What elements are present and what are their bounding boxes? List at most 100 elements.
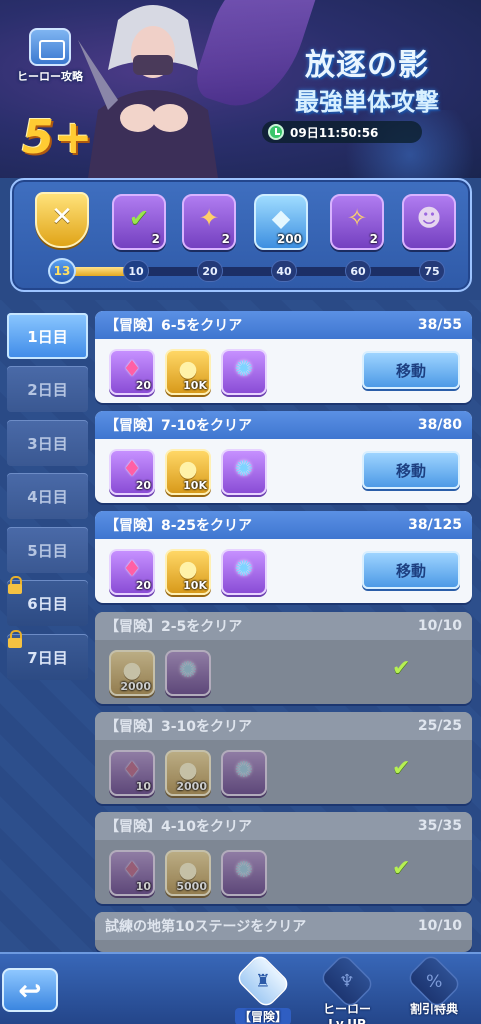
timer-text: 09日11:50:56 [290,125,379,140]
bottom-nav: ♜ 【冒険】 ♆ ヒーローLv.UP % 割引特典 [0,952,481,1024]
milestone-marker: 20 [197,260,223,282]
reward-item: ♦ 10 [109,750,155,796]
milestone-reward-10[interactable]: ✔ 2 [112,194,166,250]
reward-item: ✺ [221,850,267,896]
check-icon: ✔ [392,756,411,781]
reward-count: 2 [369,232,378,246]
reward-item[interactable]: ● 10K [165,349,211,395]
item-qty: 20 [135,579,151,592]
rarity-badge: 5+ [22,110,93,164]
event-title: 放逐の影 [305,48,429,83]
orb-icon: ✺ [234,457,254,482]
reward-item[interactable]: ✺ [221,349,267,395]
event-subtitle: 最強単体攻撃 [295,88,439,116]
reward-item[interactable]: ● 10K [165,549,211,595]
hero-guide-label: ヒーロー攻略 [17,70,83,83]
reward-item[interactable]: ● 10K [165,449,211,495]
milestone-marker: 60 [345,260,371,282]
task-progress: 38/125 [408,517,462,533]
tab-day-5[interactable]: 5日目 [7,527,88,573]
check-icon: ✔ [392,656,411,681]
reward-count: 200 [276,232,302,246]
lock-icon [7,630,23,648]
task-header: 【冒険】6-5をクリア 38/55 [95,311,472,339]
task-header: 【冒険】8-25をクリア 38/125 [95,511,472,539]
task-header: 【冒険】4-10をクリア 35/35 [95,812,472,840]
tab-day-6[interactable]: 6日目 [7,576,88,626]
task-header: 【冒険】3-10をクリア 25/25 [95,712,472,740]
milestone-reward-40[interactable]: ◆ 200 [254,194,308,250]
task-header: 試練の地第10ステージをクリア 10/10 [95,912,472,940]
task-card-completed: 【冒険】2-5をクリア 10/10 ● 2000 ✺ ✔ [95,612,472,704]
item-qty: 2000 [120,680,151,693]
reward-item[interactable]: ♦ 20 [109,449,155,495]
milestone-reward-20[interactable]: ✦ 2 [182,194,236,250]
task-title: 【冒険】2-5をクリア [105,619,243,635]
task-title: 【冒険】6-5をクリア [105,318,243,334]
nav-tab-adventure[interactable]: ♜ 【冒険】 [224,952,302,1024]
hero-guide-button[interactable]: ヒーロー攻略 [8,28,92,90]
book-icon [29,28,71,66]
reward-item: ♦ 10 [109,850,155,896]
task-card-completed: 【冒険】3-10をクリア 25/25 ♦ 10 ● 2000 ✺ ✔ [95,712,472,804]
reward-item: ● 5000 [165,850,211,896]
lock-icon [7,576,23,594]
reward-item[interactable]: ♦ 20 [109,549,155,595]
tab-day-4[interactable]: 4日目 [7,473,88,519]
check-icon: ✔ [392,856,411,881]
task-progress: 25/25 [417,718,462,734]
hero-artwork [78,5,218,178]
item-qty: 10 [135,780,151,793]
nav-tab-hero-levelup[interactable]: ♆ ヒーローLv.UP [308,952,386,1024]
orb-icon: ✺ [234,758,254,783]
tab-day-1[interactable]: 1日目 [7,313,88,359]
orb-icon: ✺ [178,658,198,683]
reward-item: ● 2000 [109,650,155,696]
item-qty: 20 [135,479,151,492]
milestone-marker: 75 [419,260,445,282]
milestone-progress-track [60,267,442,276]
reward-count: 2 [151,232,160,246]
task-header: 【冒険】7-10をクリア 38/80 [95,411,472,439]
milestone-reward-60[interactable]: ✧ 2 [330,194,384,250]
current-score: 13 [48,258,76,284]
orb-icon: ✺ [234,357,254,382]
milestone-reward-75[interactable]: ☻ [402,194,456,250]
milestone-marker: 40 [271,260,297,282]
orb-icon: ✺ [234,858,254,883]
task-title: 【冒険】4-10をクリア [105,819,253,835]
task-progress: 35/35 [417,818,462,834]
reward-item[interactable]: ✺ [221,549,267,595]
task-card: 【冒険】8-25をクリア 38/125 ♦ 20 ● 10K ✺ 移動 [95,511,472,603]
task-title: 【冒険】8-25をクリア [105,518,253,534]
nav-tab-discount[interactable]: % 割引特典 [395,952,473,1024]
item-qty: 2000 [176,780,207,793]
go-button[interactable]: 移動 [362,551,460,589]
tab-day-7[interactable]: 7日目 [7,630,88,680]
task-card-completed: 試練の地第10ステージをクリア 10/10 [95,912,472,952]
go-button[interactable]: 移動 [362,451,460,489]
tab-day-2[interactable]: 2日目 [7,366,88,412]
reward-item: ✺ [221,750,267,796]
item-qty: 10 [135,880,151,893]
task-header: 【冒険】2-5をクリア 10/10 [95,612,472,640]
go-button[interactable]: 移動 [362,351,460,389]
task-card: 【冒険】7-10をクリア 38/80 ♦ 20 ● 10K ✺ 移動 [95,411,472,503]
task-progress: 38/55 [417,317,462,333]
item-qty: 5000 [176,880,207,893]
reward-item: ● 2000 [165,750,211,796]
tab-day-3[interactable]: 3日目 [7,420,88,466]
summon-scroll-icon: ✧ [346,204,368,232]
reward-item: ✺ [165,650,211,696]
milestone-reward-panel: ✔ 2 ✦ 2 ◆ 200 ✧ 2 ☻ 13 10 20 40 60 75 [10,178,472,292]
hero-portrait-icon: ☻ [416,204,442,232]
task-progress: 10/10 [417,618,462,634]
reward-item[interactable]: ♦ 20 [109,349,155,395]
item-qty: 20 [135,379,151,392]
milestone-marker: 10 [123,260,149,282]
event-banner: ヒーロー攻略 5+ 放逐の影 最強単体攻撃 09日11:50:56 [0,0,481,178]
orb-icon: ✺ [234,557,254,582]
reward-item[interactable]: ✺ [221,449,267,495]
back-button[interactable] [2,968,58,1012]
task-title: 【冒険】3-10をクリア [105,719,253,735]
